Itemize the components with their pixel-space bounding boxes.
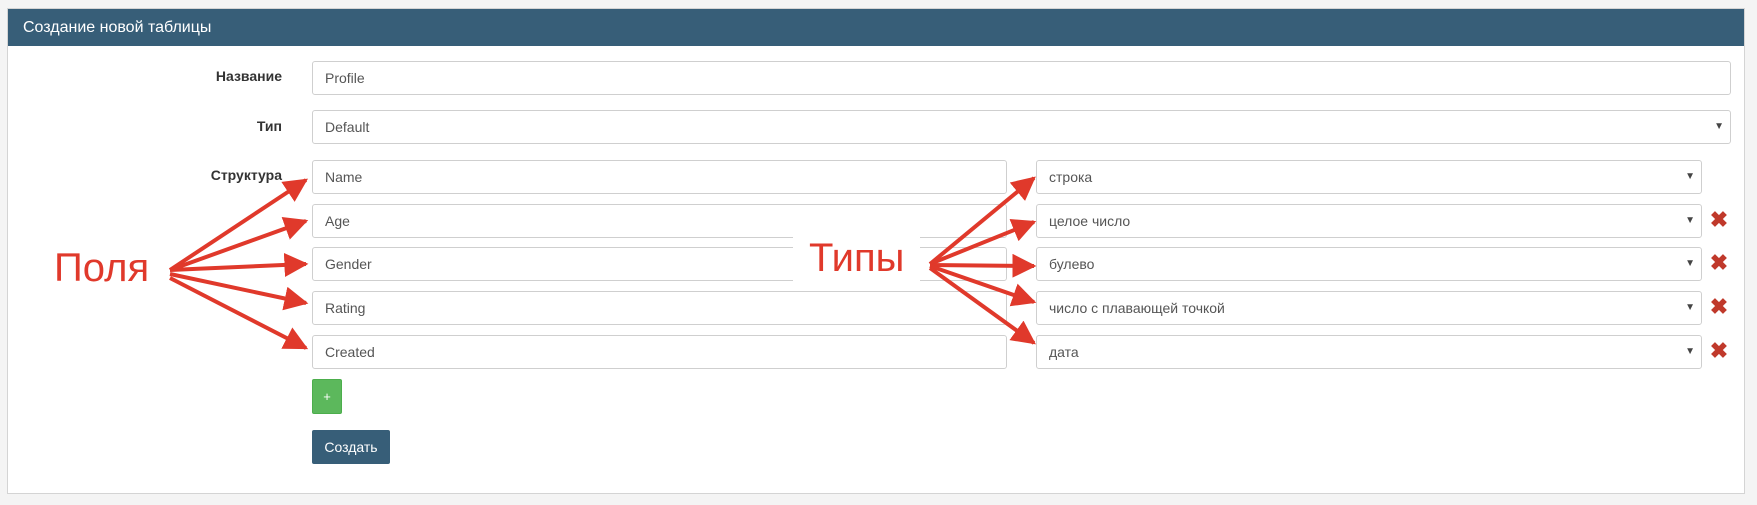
close-icon[interactable]: ✖: [1709, 296, 1729, 318]
types-annotation: Типы: [793, 236, 921, 281]
field-type-select[interactable]: строка ▼: [1036, 160, 1702, 194]
chevron-down-icon: ▼: [1714, 121, 1724, 132]
close-icon[interactable]: ✖: [1709, 209, 1729, 231]
chevron-down-icon: ▼: [1685, 258, 1695, 269]
field-type-select[interactable]: число с плавающей точкой ▼: [1036, 291, 1702, 325]
table-name-input[interactable]: Profile: [312, 61, 1731, 95]
field-type-select[interactable]: целое число ▼: [1036, 204, 1702, 238]
panel-title: Создание новой таблицы: [8, 9, 1744, 46]
table-type-select[interactable]: Default ▼: [312, 110, 1731, 144]
add-field-button[interactable]: +: [312, 379, 342, 414]
name-label: Название: [215, 68, 282, 84]
chevron-down-icon: ▼: [1685, 302, 1695, 313]
chevron-down-icon: ▼: [1685, 171, 1695, 182]
chevron-down-icon: ▼: [1685, 215, 1695, 226]
field-name-input[interactable]: Rating: [312, 291, 1007, 325]
field-type-value: целое число: [1049, 213, 1131, 229]
close-icon[interactable]: ✖: [1709, 252, 1729, 274]
field-type-select[interactable]: дата ▼: [1036, 335, 1702, 369]
field-name-input[interactable]: Age: [312, 204, 1007, 238]
field-type-value: дата: [1049, 344, 1079, 360]
type-label: Тип: [256, 118, 282, 134]
field-type-value: строка: [1049, 169, 1093, 185]
field-type-select[interactable]: булево ▼: [1036, 247, 1702, 281]
field-type-value: число с плавающей точкой: [1049, 300, 1225, 316]
table-type-value: Default: [325, 119, 370, 135]
create-button[interactable]: Создать: [312, 430, 390, 464]
close-icon[interactable]: ✖: [1709, 340, 1729, 362]
field-name-input[interactable]: Created: [312, 335, 1007, 369]
chevron-down-icon: ▼: [1685, 346, 1695, 357]
field-type-value: булево: [1049, 256, 1095, 272]
fields-annotation: Поля: [54, 246, 150, 290]
structure-label: Структура: [210, 167, 282, 183]
field-name-input[interactable]: Name: [312, 160, 1007, 194]
